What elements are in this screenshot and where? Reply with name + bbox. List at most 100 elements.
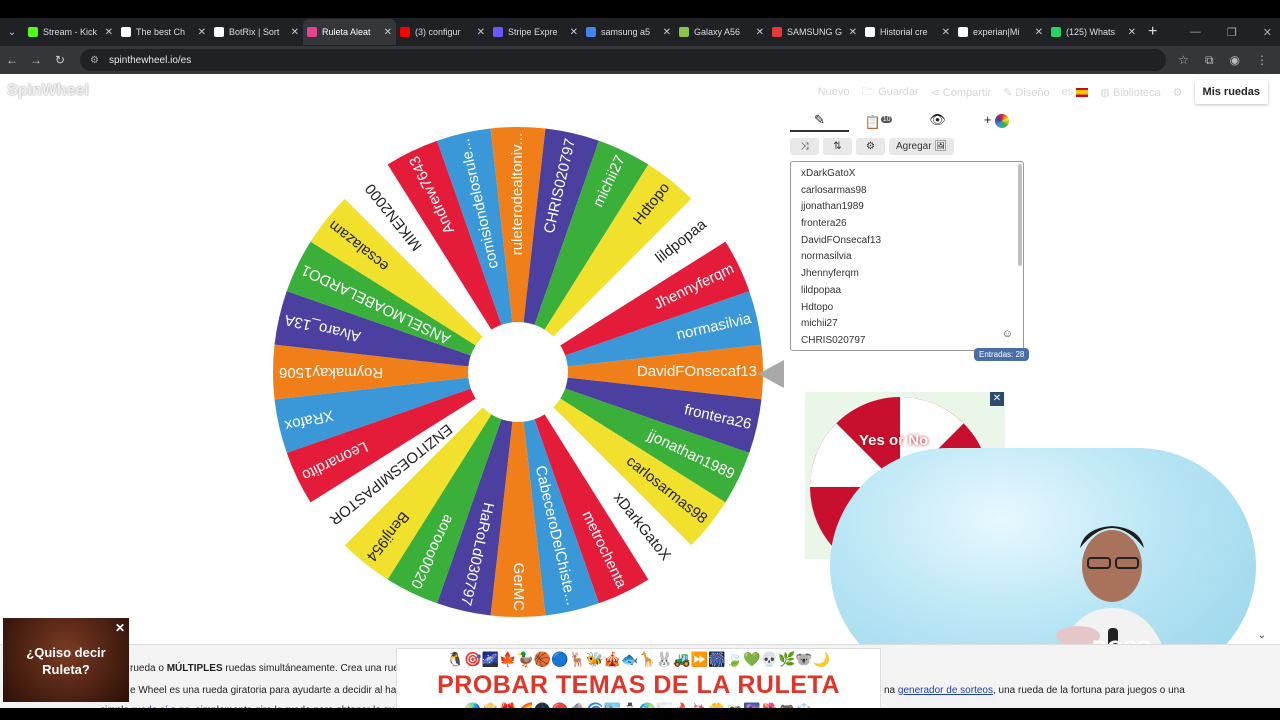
footer-bold: MÚLTIPLES [166, 663, 223, 674]
new-tab-button[interactable]: + [1148, 23, 1157, 41]
menu-diseno[interactable]: ✎ Diseño [1003, 86, 1050, 99]
ad-text: Yes or No [859, 432, 929, 449]
settings-icon[interactable]: ⚙ [1173, 86, 1183, 99]
hide-tab-icon[interactable]: 👁 [908, 108, 967, 132]
tab-close-icon[interactable]: ✕ [384, 27, 392, 38]
results-count-badge: 10 [880, 116, 893, 123]
wheel-segment-label: DavidFOnsecaf13 [637, 363, 757, 380]
tab-favicon-icon [28, 27, 38, 37]
emoji-picker-icon[interactable]: ☺ [1002, 328, 1013, 340]
page-content: SpinWheel Nuevo 🗁 Guardar ⋖ Compartir ✎ … [0, 74, 1280, 720]
browser-tab[interactable]: Galaxy A56 ✕ [675, 19, 768, 45]
tab-close-icon[interactable]: ✕ [570, 27, 578, 38]
tab-favicon-icon [214, 27, 224, 37]
promo-emoji-row: 🐧🎯🌌🍁🦆🏀🔵🦌🐝🎪🐟🦒🐰🚜⏩🎆🍃💚💀🌿🐨🌙 [446, 651, 831, 667]
profile-avatar[interactable]: ◉ [1230, 53, 1240, 68]
extensions-icon[interactable]: ⧉ [1205, 53, 1214, 68]
wheel-segment-label: Roymakay1506 [279, 364, 383, 381]
site-logo[interactable]: SpinWheel [7, 82, 89, 100]
tab-title: (3) configur [415, 27, 461, 37]
tab-close-icon[interactable]: ✕ [105, 27, 113, 38]
screen-top-bar [0, 0, 1280, 18]
browser-tab-strip: ⌄ Stream - Kick ✕ The best Ch ✕ BotRix | Sor… [0, 18, 1280, 46]
entries-scrollbar[interactable] [1018, 164, 1022, 266]
tab-close-icon[interactable]: ✕ [663, 27, 671, 38]
generador-sorteos-link[interactable]: generador de sorteos [898, 685, 993, 696]
tab-close-icon[interactable]: ✕ [1035, 27, 1043, 38]
ad-close-icon[interactable]: ✕ [990, 392, 1004, 406]
bookmark-star-icon[interactable]: ☆ [1178, 53, 1189, 68]
entry-line: Hdtopo [801, 301, 834, 313]
shuffle-button[interactable]: ⤨ [790, 138, 819, 155]
menu-nuevo[interactable]: Nuevo [818, 86, 850, 98]
restore-icon[interactable]: ❐ [1227, 26, 1237, 39]
scroll-down-icon[interactable]: ⌄ [1258, 630, 1266, 641]
advanced-button[interactable]: ⚙ [856, 138, 885, 155]
sort-button[interactable]: ⇅ [823, 138, 852, 155]
suggestion-popup[interactable]: ✕ ¿Quiso decir Ruleta? [3, 618, 129, 702]
entry-line: frontera26 [801, 218, 847, 230]
tab-close-icon[interactable]: ✕ [291, 27, 299, 38]
tab-title: Stream - Kick [43, 27, 98, 37]
browser-tab[interactable]: Stripe Expre ✕ [489, 19, 582, 45]
tab-title: (125) Whats [1066, 27, 1116, 37]
tab-search-icon[interactable]: ⌄ [0, 27, 24, 38]
footer-text: , una rueda de la fortuna para juegos o … [992, 685, 1185, 696]
language-selector[interactable]: es [1062, 86, 1089, 98]
add-color-tab-icon[interactable]: + [967, 108, 1026, 132]
browser-menu-icon[interactable]: ⋮ [1256, 53, 1268, 68]
editor-panel: ✎ 📋 10 👁 + ⤨ ⇅ ⚙ Agregar 🖼 xDarkGatoX carl… [790, 108, 1026, 351]
tab-favicon-icon [679, 27, 689, 37]
browser-tab[interactable]: (3) configur ✕ [396, 19, 489, 45]
tab-close-icon[interactable]: ✕ [756, 27, 764, 38]
tab-title: Galaxy A56 [694, 27, 741, 37]
tab-title: Stripe Expre [508, 27, 558, 37]
results-tab-icon[interactable]: 📋 10 [849, 108, 908, 132]
forward-icon[interactable]: → [24, 53, 48, 67]
browser-tab[interactable]: Ruleta Aleat ✕ [303, 19, 396, 45]
agregar-button[interactable]: Agregar 🖼 [889, 138, 955, 155]
wheel-segment-label: ruleterodealtoniv... [509, 133, 526, 255]
menu-compartir[interactable]: ⋖ Compartir [931, 86, 992, 99]
tab-close-icon[interactable]: ✕ [477, 27, 485, 38]
menu-guardar[interactable]: 🗁 Guardar [861, 83, 918, 102]
browser-tab[interactable]: BotRix | Sort ✕ [210, 19, 303, 45]
mis-ruedas-button[interactable]: Mis ruedas [1194, 80, 1268, 104]
tab-favicon-icon [772, 27, 782, 37]
back-icon[interactable]: ← [0, 53, 24, 67]
spin-wheel[interactable]: DavidFOnsecaf13frontera26jjonathan1989ca… [270, 124, 766, 620]
url-field[interactable]: ⚙ spinthewheel.io/es [80, 49, 1167, 71]
site-info-icon[interactable]: ⚙ [90, 55, 99, 66]
reload-icon[interactable]: ↻ [48, 53, 72, 67]
footer-line-1: rueda o MÚLTIPLES ruedas simultáneamente… [130, 663, 424, 674]
browser-tab[interactable]: The best Ch ✕ [117, 19, 210, 45]
tab-close-icon[interactable]: ✕ [198, 27, 206, 38]
tab-close-icon[interactable]: ✕ [849, 27, 857, 38]
entry-line: jjonathan1989 [801, 201, 864, 213]
minimize-icon[interactable]: — [1190, 26, 1201, 38]
tab-favicon-icon [1051, 27, 1061, 37]
wheel-center-hub[interactable] [468, 322, 568, 422]
entry-line: carlosarmas98 [801, 184, 867, 196]
tab-close-icon[interactable]: ✕ [942, 27, 950, 38]
browser-tab[interactable]: SAMSUNG G ✕ [768, 19, 861, 45]
edit-tab-icon[interactable]: ✎ [790, 108, 849, 132]
browser-tab[interactable]: samsung a5 ✕ [582, 19, 675, 45]
menu-diseno-label: Diseño [1015, 86, 1050, 99]
menu-biblioteca[interactable]: ◍ Biblioteca [1100, 86, 1160, 99]
tab-close-icon[interactable]: ✕ [1128, 27, 1136, 38]
browser-tab[interactable]: Historial cre ✕ [861, 19, 954, 45]
url-text: spinthewheel.io/es [108, 54, 192, 66]
tab-title: experian|Mi [973, 27, 1020, 37]
entries-textarea[interactable]: xDarkGatoX carlosarmas98 jjonathan1989 fron… [790, 161, 1024, 351]
suggestion-close-icon[interactable]: ✕ [115, 620, 125, 637]
menu-compartir-label: Compartir [942, 86, 992, 99]
browser-tab[interactable]: (125) Whats ✕ [1047, 19, 1140, 45]
tab-favicon-icon [493, 27, 503, 37]
menu-biblioteca-label: Biblioteca [1112, 86, 1161, 99]
browser-tab[interactable]: Stream - Kick ✕ [24, 19, 117, 45]
tab-favicon-icon [121, 27, 131, 37]
color-wheel-icon [995, 113, 1010, 128]
browser-tab[interactable]: experian|Mi ✕ [954, 19, 1047, 45]
close-window-icon[interactable]: ✕ [1263, 26, 1272, 39]
